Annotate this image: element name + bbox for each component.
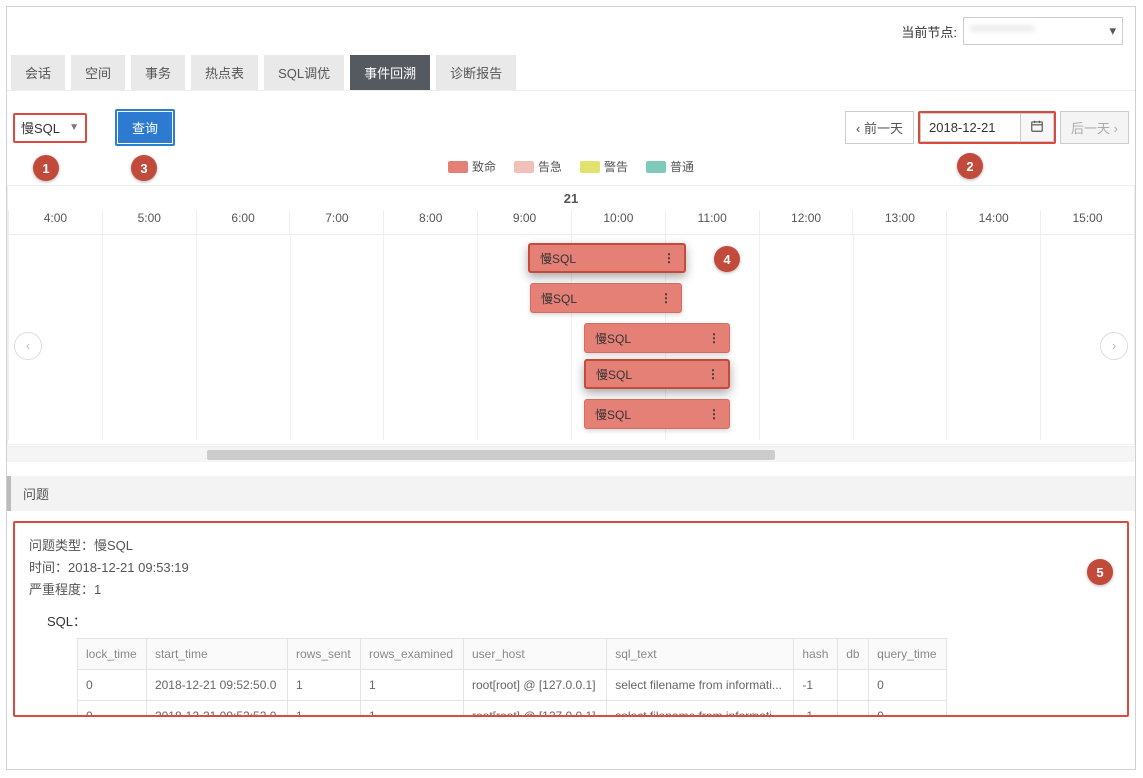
tab-transaction[interactable]: 事务	[131, 55, 185, 90]
next-day-button[interactable]: 后一天 ›	[1060, 111, 1129, 144]
timeline-bar[interactable]: 慢SQL⋮	[584, 359, 730, 389]
tab-event-trace[interactable]: 事件回溯	[350, 55, 430, 90]
timeline: 21 4:005:006:007:008:009:0010:0011:0012:…	[7, 185, 1135, 445]
filter-select[interactable]: 慢SQL ▼	[13, 113, 87, 143]
timeline-next-button[interactable]: ›	[1100, 332, 1128, 360]
calendar-button[interactable]	[1020, 113, 1054, 142]
tab-hotspot[interactable]: 热点表	[191, 55, 258, 90]
timeline-hour: 14:00	[946, 211, 1040, 234]
bar-menu-icon: ⋮	[660, 291, 671, 305]
swatch-fatal	[448, 161, 468, 173]
issues-panel-title: 问题	[7, 476, 1135, 511]
timeline-bar[interactable]: 慢SQL⋮	[584, 399, 730, 429]
table-row[interactable]: 02018-12-21 09:52:50.011root[root] @ [12…	[78, 670, 947, 701]
tab-bar: 会话 空间 事务 热点表 SQL调优 事件回溯 诊断报告	[7, 55, 1135, 91]
timeline-bar[interactable]: 慢SQL⋮	[530, 283, 682, 313]
bar-menu-icon: ⋮	[707, 367, 718, 381]
swatch-urgent	[514, 161, 534, 173]
chevron-right-icon: ›	[1114, 121, 1118, 136]
timeline-hour: 10:00	[571, 211, 665, 234]
timeline-hour: 7:00	[289, 211, 383, 234]
col-db: db	[838, 639, 869, 670]
bar-menu-icon: ⋮	[663, 251, 674, 265]
calendar-icon	[1030, 119, 1044, 136]
col-user_host: user_host	[463, 639, 606, 670]
callout-5: 5	[1087, 559, 1113, 585]
timeline-scrollbar[interactable]	[7, 446, 1135, 462]
sql-table: lock_timestart_timerows_sentrows_examine…	[77, 638, 947, 717]
col-hash: hash	[794, 639, 838, 670]
timeline-bar[interactable]: 慢SQL⋮	[584, 323, 730, 353]
timeline-hour: 9:00	[477, 211, 571, 234]
chevron-left-icon: ‹	[856, 121, 860, 136]
callout-1: 1	[33, 155, 59, 181]
timeline-hour: 4:00	[8, 211, 102, 234]
node-label: 当前节点:	[901, 22, 957, 41]
callout-4: 4	[714, 246, 740, 272]
node-select[interactable]: *************** ▾	[963, 17, 1123, 45]
date-input[interactable]: 2018-12-21	[920, 113, 1020, 142]
bar-menu-icon: ⋮	[708, 407, 719, 421]
col-rows_sent: rows_sent	[287, 639, 360, 670]
callout-3: 3	[131, 155, 157, 181]
col-rows_examined: rows_examined	[361, 639, 464, 670]
col-sql_text: sql_text	[607, 639, 794, 670]
timeline-hour: 5:00	[102, 211, 196, 234]
timeline-hours: 4:005:006:007:008:009:0010:0011:0012:001…	[8, 211, 1134, 235]
col-lock_time: lock_time	[78, 639, 147, 670]
timeline-hour: 11:00	[665, 211, 759, 234]
tab-space[interactable]: 空间	[71, 55, 125, 90]
timeline-hour: 15:00	[1040, 211, 1134, 234]
callout-2: 2	[957, 153, 983, 179]
tab-session[interactable]: 会话	[11, 55, 65, 90]
tab-diagnosis[interactable]: 诊断报告	[436, 55, 516, 90]
table-row[interactable]: 02018-12-21 09:52:52.011root[root] @ [12…	[78, 701, 947, 717]
col-start_time: start_time	[146, 639, 287, 670]
issues-panel-body: 问题类型：慢SQL 时间：2018-12-21 09:53:19 严重程度：1 …	[13, 521, 1129, 717]
chevron-down-icon: ▼	[69, 122, 79, 133]
timeline-hour: 8:00	[383, 211, 477, 234]
timeline-hour: 12:00	[759, 211, 853, 234]
swatch-normal	[646, 161, 666, 173]
sql-label: SQL：	[47, 611, 1113, 630]
timeline-hour: 6:00	[196, 211, 290, 234]
tab-sql-tuning[interactable]: SQL调优	[264, 55, 344, 90]
timeline-day: 21	[8, 186, 1134, 211]
chevron-down-icon: ▾	[1109, 23, 1116, 39]
swatch-warning	[580, 161, 600, 173]
timeline-bar[interactable]: 慢SQL⋮	[528, 243, 686, 273]
prev-day-button[interactable]: ‹ 前一天	[845, 111, 914, 144]
timeline-prev-button[interactable]: ‹	[14, 332, 42, 360]
query-button[interactable]: 查询	[118, 112, 172, 143]
col-query_time: query_time	[869, 639, 947, 670]
timeline-body: ‹ › 慢SQL⋮ 慢SQL⋮ 慢SQL⋮ 慢SQL⋮ 慢SQL⋮	[8, 235, 1134, 440]
bar-menu-icon: ⋮	[708, 331, 719, 345]
timeline-hour: 13:00	[852, 211, 946, 234]
